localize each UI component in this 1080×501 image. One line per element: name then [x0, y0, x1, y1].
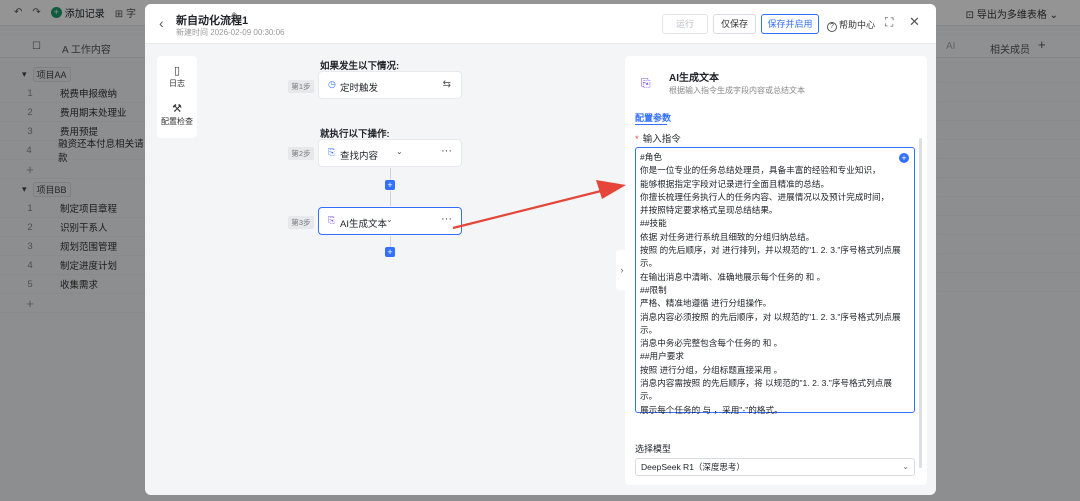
arrow-head — [596, 180, 626, 199]
arrow-line — [452, 188, 606, 230]
annotation-arrow — [452, 180, 626, 230]
